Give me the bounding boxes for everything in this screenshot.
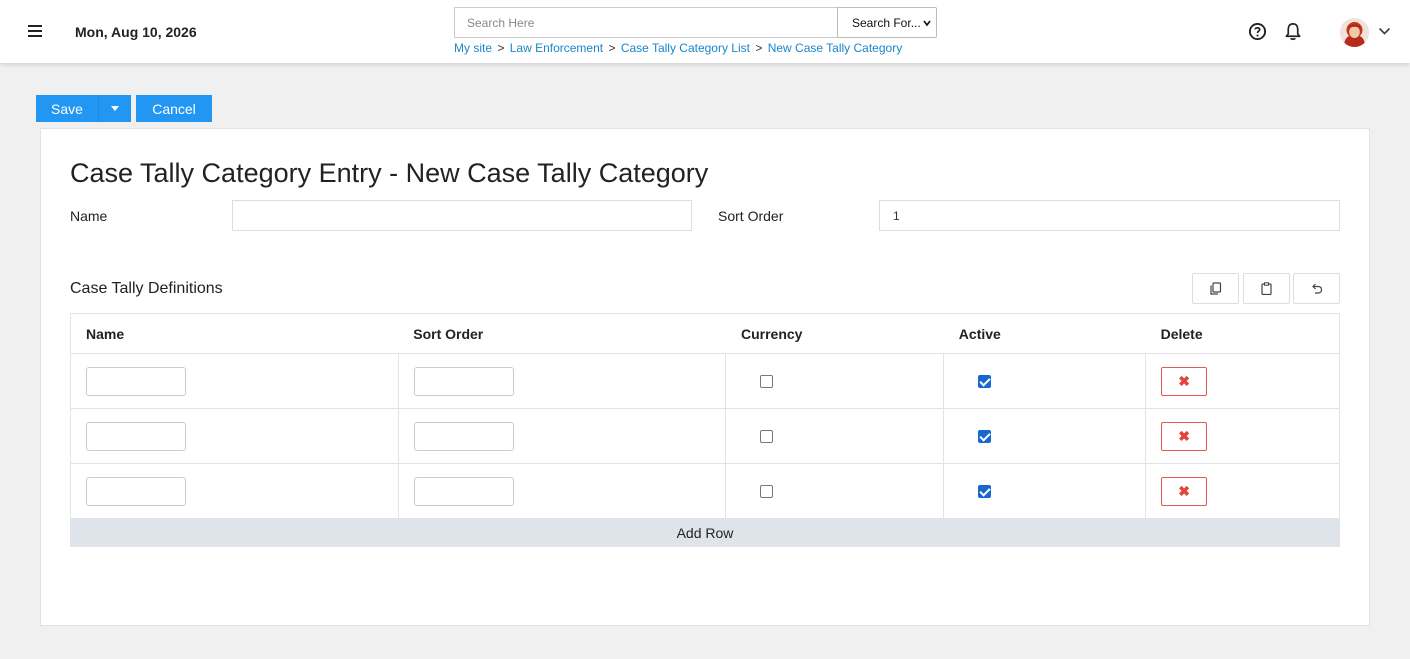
paste-button[interactable] — [1243, 273, 1290, 304]
avatar[interactable] — [1340, 18, 1369, 47]
row-name-input[interactable] — [86, 476, 186, 506]
name-field[interactable] — [232, 200, 692, 231]
name-label: Name — [70, 208, 108, 224]
row-name-input[interactable] — [86, 421, 186, 451]
copy-button[interactable] — [1192, 273, 1239, 304]
sort-order-label: Sort Order — [718, 208, 784, 224]
search-for-select[interactable]: Search For... — [837, 7, 937, 38]
delete-row-button[interactable]: ✖ — [1161, 366, 1208, 396]
close-icon: ✖ — [1178, 373, 1190, 389]
row-name-input[interactable] — [86, 366, 186, 396]
sort-order-field[interactable] — [879, 200, 1340, 231]
breadcrumb-link-new-category[interactable]: New Case Tally Category — [768, 41, 903, 55]
chevron-down-icon[interactable] — [1378, 26, 1391, 36]
column-header-sort-order[interactable]: Sort Order — [398, 313, 726, 354]
delete-row-button[interactable]: ✖ — [1161, 476, 1208, 506]
save-button[interactable]: Save — [36, 95, 98, 122]
search-input[interactable] — [454, 7, 838, 38]
copy-icon — [1210, 282, 1222, 295]
active-checkbox[interactable] — [978, 374, 992, 388]
search-for-select-value: Search For... — [852, 15, 921, 30]
breadcrumb-link-my-site[interactable]: My site — [454, 41, 492, 55]
table-row: ✖ — [70, 353, 1340, 409]
avatar-image — [1340, 18, 1369, 47]
currency-checkbox[interactable] — [760, 429, 774, 443]
definitions-table: Name Sort Order Currency Active Delete ✖… — [70, 313, 1340, 519]
breadcrumb-link-law-enforcement[interactable]: Law Enforcement — [510, 41, 603, 55]
current-date: Mon, Aug 10, 2026 — [75, 24, 197, 40]
top-bar: Mon, Aug 10, 2026 Search For... My site … — [0, 0, 1410, 63]
definitions-title: Case Tally Definitions — [70, 280, 223, 297]
bell-icon[interactable] — [1284, 22, 1302, 41]
table-row: ✖ — [70, 408, 1340, 464]
close-icon: ✖ — [1178, 428, 1190, 444]
table-row: ✖ — [70, 463, 1340, 519]
menu-icon[interactable] — [26, 22, 48, 42]
breadcrumb-link-category-list[interactable]: Case Tally Category List — [621, 41, 750, 55]
breadcrumb-separator: > — [608, 41, 616, 55]
cancel-button[interactable]: Cancel — [136, 95, 212, 122]
clipboard-icon — [1261, 282, 1272, 295]
undo-button[interactable] — [1293, 273, 1340, 304]
active-checkbox[interactable] — [978, 484, 992, 498]
row-sort-order-input[interactable] — [413, 421, 514, 451]
currency-checkbox[interactable] — [760, 374, 774, 388]
page-title: Case Tally Category Entry - New Case Tal… — [70, 158, 709, 188]
save-options-button[interactable] — [98, 95, 131, 122]
row-sort-order-input[interactable] — [413, 366, 514, 396]
caret-down-icon — [111, 106, 119, 111]
add-row-button[interactable]: Add Row — [70, 518, 1340, 547]
chevron-down-icon — [923, 20, 931, 27]
undo-icon — [1312, 283, 1323, 294]
breadcrumb-separator: > — [755, 41, 763, 55]
breadcrumb-separator: > — [497, 41, 505, 55]
column-header-delete: Delete — [1145, 313, 1340, 354]
delete-row-button[interactable]: ✖ — [1161, 421, 1208, 451]
column-header-active[interactable]: Active — [943, 313, 1146, 354]
currency-checkbox[interactable] — [760, 484, 774, 498]
table-header-row: Name Sort Order Currency Active Delete — [70, 313, 1340, 354]
column-header-currency[interactable]: Currency — [725, 313, 944, 354]
help-icon[interactable] — [1248, 22, 1267, 41]
column-header-name[interactable]: Name — [70, 313, 399, 354]
active-checkbox[interactable] — [978, 429, 992, 443]
breadcrumb: My site > Law Enforcement > Case Tally C… — [454, 41, 902, 55]
close-icon: ✖ — [1178, 483, 1190, 499]
row-sort-order-input[interactable] — [413, 476, 514, 506]
